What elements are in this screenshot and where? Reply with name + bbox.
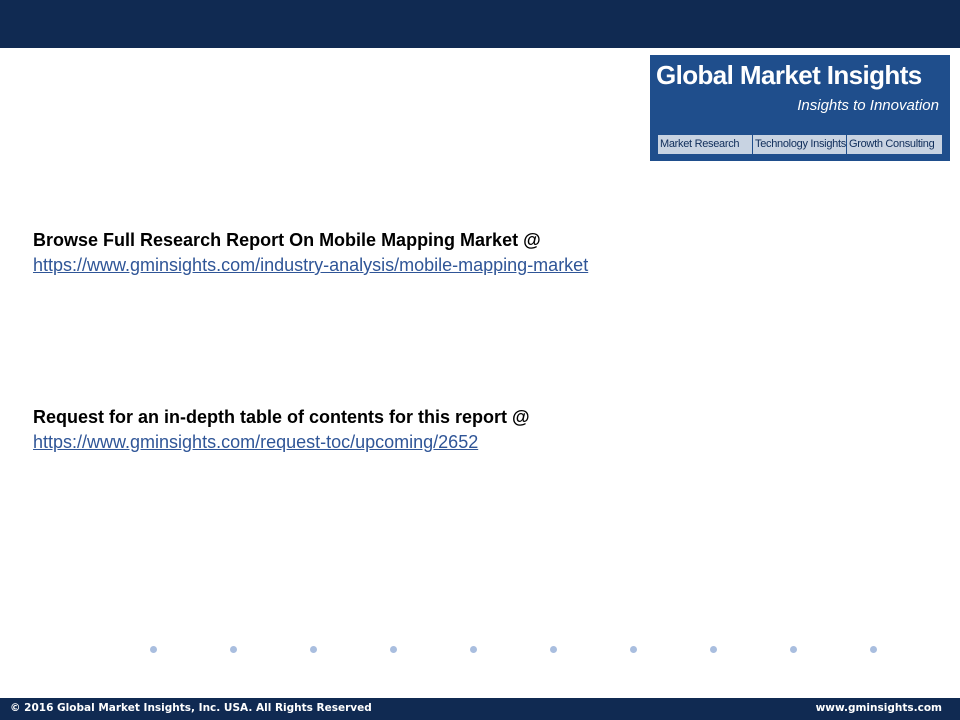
footer-website[interactable]: www.gminsights.com	[816, 702, 942, 714]
decorative-dot	[870, 646, 877, 653]
full-report-section: Browse Full Research Report On Mobile Ma…	[33, 229, 588, 276]
decorative-dot	[390, 646, 397, 653]
slide: Global Market Insights Insights to Innov…	[0, 0, 960, 720]
footer-bar: © 2016 Global Market Insights, Inc. USA.…	[0, 698, 960, 720]
logo-title: Global Market Insights	[656, 60, 922, 90]
full-report-heading: Browse Full Research Report On Mobile Ma…	[33, 230, 541, 250]
toc-request-heading: Request for an in-depth table of content…	[33, 407, 530, 427]
logo-service-market-research: Market Research	[658, 135, 753, 154]
logo-service-growth-consulting: Growth Consulting	[847, 135, 942, 154]
decorative-dot	[230, 646, 237, 653]
decorative-dot	[710, 646, 717, 653]
decorative-dot-row	[0, 646, 960, 654]
logo-tagline: Insights to Innovation	[797, 97, 939, 114]
logo-services: Market Research Technology Insights Grow…	[658, 135, 942, 154]
full-report-link[interactable]: https://www.gminsights.com/industry-anal…	[33, 254, 588, 276]
company-logo: Global Market Insights Insights to Innov…	[650, 55, 950, 161]
header-bar	[0, 0, 960, 48]
toc-request-link[interactable]: https://www.gminsights.com/request-toc/u…	[33, 431, 478, 453]
footer-copyright: © 2016 Global Market Insights, Inc. USA.…	[10, 702, 372, 714]
decorative-dot	[310, 646, 317, 653]
logo-service-technology-insights: Technology Insights	[753, 135, 847, 154]
decorative-dot	[150, 646, 157, 653]
toc-request-section: Request for an in-depth table of content…	[33, 406, 530, 453]
decorative-dot	[470, 646, 477, 653]
decorative-dot	[630, 646, 637, 653]
decorative-dot	[550, 646, 557, 653]
decorative-dot	[790, 646, 797, 653]
